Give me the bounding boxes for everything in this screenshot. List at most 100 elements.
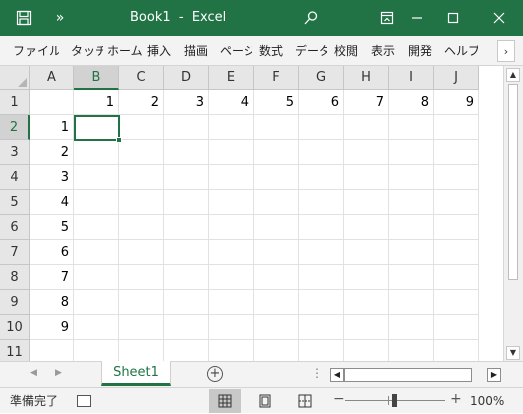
tab-draw[interactable]: 描画	[184, 36, 214, 66]
cell-b2[interactable]	[74, 115, 119, 140]
cell-i3[interactable]	[389, 140, 434, 165]
cell-f1[interactable]: 5	[254, 90, 299, 115]
cell-c4[interactable]	[119, 165, 164, 190]
cell-h8[interactable]	[344, 265, 389, 290]
cell-b9[interactable]	[74, 290, 119, 315]
column-header-a[interactable]: A	[30, 66, 74, 90]
cell-d11[interactable]	[164, 340, 209, 361]
cell-j7[interactable]	[434, 240, 479, 265]
cell-j1[interactable]: 9	[434, 90, 479, 115]
cell-j11[interactable]	[434, 340, 479, 361]
cell-d1[interactable]: 3	[164, 90, 209, 115]
cell-b5[interactable]	[74, 190, 119, 215]
cell-c11[interactable]	[119, 340, 164, 361]
cell-b1[interactable]: 1	[74, 90, 119, 115]
cell-a10[interactable]: 9	[30, 315, 74, 340]
sheet-tab-sheet1[interactable]: Sheet1	[101, 361, 171, 386]
cell-h7[interactable]	[344, 240, 389, 265]
horizontal-scroll-thumb[interactable]	[344, 368, 472, 382]
column-header-c[interactable]: C	[119, 66, 164, 90]
row-header-8[interactable]: 8	[0, 265, 30, 290]
cell-e2[interactable]	[209, 115, 254, 140]
cell-j6[interactable]	[434, 215, 479, 240]
zoom-slider-thumb[interactable]	[392, 394, 397, 407]
tab-review[interactable]: 校閲	[334, 36, 364, 66]
cell-j3[interactable]	[434, 140, 479, 165]
cell-c2[interactable]	[119, 115, 164, 140]
cell-d9[interactable]	[164, 290, 209, 315]
cell-a7[interactable]: 6	[30, 240, 74, 265]
zoom-in-icon[interactable]: +	[450, 391, 462, 407]
tab-insert[interactable]: 挿入	[147, 36, 177, 66]
cell-i8[interactable]	[389, 265, 434, 290]
row-header-4[interactable]: 4	[0, 165, 30, 190]
ribbon-display-options-icon[interactable]	[377, 8, 397, 28]
cell-h11[interactable]	[344, 340, 389, 361]
cell-g5[interactable]	[299, 190, 344, 215]
sheet-nav-prev-icon[interactable]: ◀	[30, 368, 37, 378]
cell-a4[interactable]: 3	[30, 165, 74, 190]
cell-i6[interactable]	[389, 215, 434, 240]
cell-i7[interactable]	[389, 240, 434, 265]
tab-help[interactable]: ヘルプ	[444, 36, 478, 66]
tab-touch[interactable]: タッチ	[71, 36, 103, 66]
cell-g7[interactable]	[299, 240, 344, 265]
column-header-e[interactable]: E	[209, 66, 254, 90]
tab-page-layout[interactable]: ページ	[220, 36, 252, 66]
cell-i1[interactable]: 8	[389, 90, 434, 115]
cell-a5[interactable]: 4	[30, 190, 74, 215]
cell-c3[interactable]	[119, 140, 164, 165]
quick-access-more-icon[interactable]: »	[50, 8, 70, 28]
normal-view-button[interactable]	[209, 389, 241, 413]
vertical-scroll-thumb[interactable]	[508, 84, 518, 280]
cell-j10[interactable]	[434, 315, 479, 340]
tab-developer[interactable]: 開発	[408, 36, 438, 66]
cell-f7[interactable]	[254, 240, 299, 265]
cell-e11[interactable]	[209, 340, 254, 361]
cell-j2[interactable]	[434, 115, 479, 140]
cell-a8[interactable]: 7	[30, 265, 74, 290]
cell-i2[interactable]	[389, 115, 434, 140]
cell-f3[interactable]	[254, 140, 299, 165]
chevron-right-icon[interactable]: ›	[497, 40, 515, 62]
column-header-b[interactable]: B	[74, 66, 119, 90]
cell-a9[interactable]: 8	[30, 290, 74, 315]
cell-g6[interactable]	[299, 215, 344, 240]
cell-e6[interactable]	[209, 215, 254, 240]
cell-a6[interactable]: 5	[30, 215, 74, 240]
cell-a3[interactable]: 2	[30, 140, 74, 165]
cell-g2[interactable]	[299, 115, 344, 140]
cell-j5[interactable]	[434, 190, 479, 215]
sheet-nav-next-icon[interactable]: ▶	[55, 368, 62, 378]
cell-f10[interactable]	[254, 315, 299, 340]
row-header-5[interactable]: 5	[0, 190, 30, 215]
cell-j9[interactable]	[434, 290, 479, 315]
cell-f6[interactable]	[254, 215, 299, 240]
cell-e10[interactable]	[209, 315, 254, 340]
cell-h4[interactable]	[344, 165, 389, 190]
cell-b4[interactable]	[74, 165, 119, 190]
scroll-down-icon[interactable]: ▼	[506, 346, 520, 360]
cell-f5[interactable]	[254, 190, 299, 215]
cell-d10[interactable]	[164, 315, 209, 340]
column-header-i[interactable]: I	[389, 66, 434, 90]
cell-g9[interactable]	[299, 290, 344, 315]
cell-b10[interactable]	[74, 315, 119, 340]
cell-c7[interactable]	[119, 240, 164, 265]
cell-e1[interactable]: 4	[209, 90, 254, 115]
column-header-f[interactable]: F	[254, 66, 299, 90]
page-break-view-button[interactable]	[289, 389, 321, 413]
cell-b8[interactable]	[74, 265, 119, 290]
save-icon[interactable]	[14, 8, 34, 28]
cell-g8[interactable]	[299, 265, 344, 290]
cell-h9[interactable]	[344, 290, 389, 315]
cell-i11[interactable]	[389, 340, 434, 361]
page-layout-view-button[interactable]	[249, 389, 281, 413]
cell-h1[interactable]: 7	[344, 90, 389, 115]
select-all-button[interactable]	[0, 66, 30, 90]
cell-j4[interactable]	[434, 165, 479, 190]
cell-h3[interactable]	[344, 140, 389, 165]
cell-g11[interactable]	[299, 340, 344, 361]
cell-e8[interactable]	[209, 265, 254, 290]
column-header-g[interactable]: G	[299, 66, 344, 90]
